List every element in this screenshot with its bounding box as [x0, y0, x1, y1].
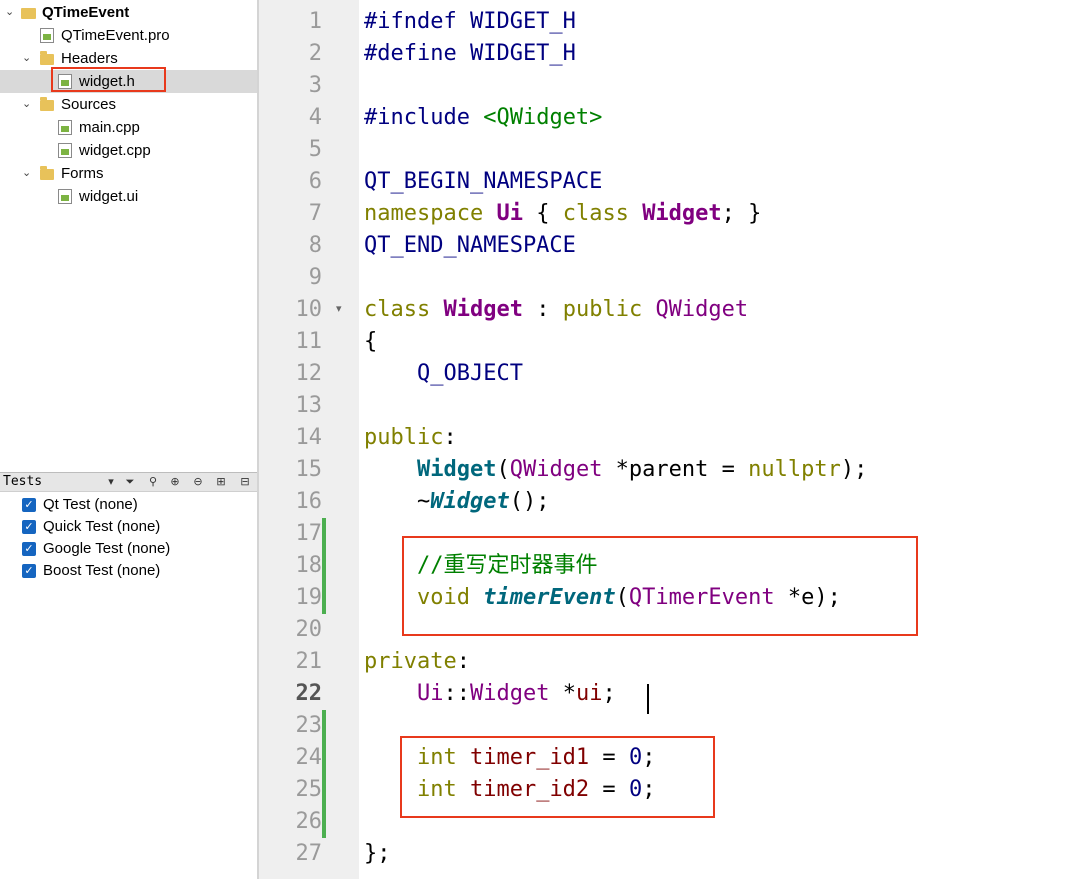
line-number: 23	[295, 713, 323, 738]
code-line-14: public:	[364, 425, 457, 450]
line-number: 4	[308, 105, 322, 130]
test-label: Boost Test (none)	[43, 562, 161, 579]
test-label: Google Test (none)	[43, 540, 171, 557]
checkbox-checked-icon[interactable]: ✓	[22, 564, 36, 578]
tests-toolbar: Tests ▾ ⏷ ⚲ ⊕ ⊖ ⊞ ⊟	[0, 472, 257, 492]
split-icon[interactable]: ⊞	[214, 475, 228, 489]
test-item[interactable]: ✓ Google Test (none)	[0, 538, 257, 560]
code-line-4: #include <QWidget>	[364, 105, 603, 130]
tree-item-project[interactable]: ⌄ QTimeEvent	[0, 1, 257, 24]
sources-label: Sources	[61, 96, 117, 113]
tree-item-widget-ui[interactable]: widget.ui	[0, 185, 257, 208]
project-name: QTimeEvent	[42, 4, 130, 21]
test-label: Qt Test (none)	[43, 496, 138, 513]
checkbox-checked-icon[interactable]: ✓	[22, 520, 36, 534]
line-number: 17	[295, 521, 323, 546]
line-number: 8	[308, 233, 322, 258]
test-item[interactable]: ✓ Qt Test (none)	[0, 494, 257, 516]
line-number: 2	[308, 41, 322, 66]
test-item[interactable]: ✓ Quick Test (none)	[0, 516, 257, 538]
folder-icon	[40, 97, 54, 111]
collapse-icon[interactable]: ⊖	[191, 475, 205, 489]
test-item[interactable]: ✓ Boost Test (none)	[0, 560, 257, 582]
line-number: 19	[295, 585, 323, 610]
code-line-2: #define WIDGET_H	[364, 41, 576, 66]
change-marker	[322, 518, 326, 614]
line-number: 1	[308, 9, 322, 34]
line-number: 18	[295, 553, 323, 578]
run-icon[interactable]: ⚲	[146, 475, 160, 489]
code-line-11: {	[364, 329, 378, 354]
code-line-16: ~Widget();	[364, 489, 550, 514]
line-number: 16	[295, 489, 323, 514]
folder-icon	[40, 51, 54, 65]
line-number: 24	[295, 745, 323, 770]
fold-arrow-icon[interactable]: ▾	[336, 302, 342, 315]
line-number: 9	[308, 265, 322, 290]
line-number: 25	[295, 777, 323, 802]
line-number: 5	[308, 137, 322, 162]
line-number: 15	[295, 457, 323, 482]
chevron-down-icon[interactable]: ⌄	[5, 7, 15, 18]
line-number: 21	[295, 649, 323, 674]
tree-item-main-cpp[interactable]: main.cpp	[0, 116, 257, 139]
form-file-icon	[58, 189, 72, 204]
close-panel-icon[interactable]: ⊟	[238, 475, 252, 489]
line-number: 14	[295, 425, 323, 450]
line-number: 7	[308, 201, 322, 226]
line-number: 20	[295, 617, 323, 642]
file-label: main.cpp	[79, 119, 140, 136]
pro-file-label: QTimeEvent.pro	[61, 27, 170, 44]
code-line-10: class Widget : public QWidget	[364, 297, 749, 322]
tree-item-sources[interactable]: ⌄ Sources	[0, 93, 257, 116]
code-line-6: QT_BEGIN_NAMESPACE	[364, 169, 603, 194]
source-file-icon	[58, 120, 72, 135]
line-number: 26	[295, 809, 323, 834]
line-number: 3	[308, 73, 322, 98]
text-cursor	[647, 684, 649, 714]
chevron-down-icon[interactable]: ⌄	[22, 168, 32, 179]
line-number: 13	[295, 393, 323, 418]
test-label: Quick Test (none)	[43, 518, 161, 535]
checkbox-checked-icon[interactable]: ✓	[22, 498, 36, 512]
tree-item-forms[interactable]: ⌄ Forms	[0, 162, 257, 185]
current-line-number: 22	[295, 681, 323, 706]
code-line-27: };	[364, 841, 391, 866]
code-line-12: Q_OBJECT	[364, 361, 523, 386]
code-line-21: private:	[364, 649, 470, 674]
code-line-8: QT_END_NAMESPACE	[364, 233, 576, 258]
filter-icon[interactable]: ⏷	[123, 475, 137, 489]
source-file-icon	[58, 143, 72, 158]
chevron-down-icon[interactable]: ⌄	[22, 53, 32, 64]
line-number: 27	[295, 841, 323, 866]
expand-icon[interactable]: ⊕	[168, 475, 182, 489]
line-number: 11	[295, 329, 323, 354]
tests-title: Tests	[3, 474, 43, 489]
dropdown-arrow-icon[interactable]: ▾	[104, 475, 118, 489]
line-number: 10	[295, 297, 323, 322]
code-line-7: namespace Ui { class Widget; }	[364, 201, 762, 226]
tree-item-pro-file[interactable]: QTimeEvent.pro	[0, 24, 257, 47]
code-line-15: Widget(QWidget *parent = nullptr);	[416, 457, 868, 482]
checkbox-checked-icon[interactable]: ✓	[22, 542, 36, 556]
chevron-down-icon[interactable]: ⌄	[22, 99, 32, 110]
annotation-box-widget-h	[51, 67, 166, 92]
tree-item-widget-cpp[interactable]: widget.cpp	[0, 139, 257, 162]
file-label: widget.ui	[79, 188, 139, 205]
line-number: 12	[295, 361, 323, 386]
folder-icon	[40, 166, 54, 180]
pro-file-icon	[40, 28, 54, 43]
annotation-box-timer-ids	[400, 736, 715, 818]
project-folder-icon	[21, 8, 36, 19]
line-number: 6	[308, 169, 322, 194]
change-marker	[322, 710, 326, 838]
code-line-22: Ui::Widget *ui;	[416, 681, 616, 706]
annotation-box-timer-event	[402, 536, 918, 636]
forms-label: Forms	[61, 165, 104, 182]
file-label: widget.cpp	[79, 142, 151, 159]
code-line-1: #ifndef WIDGET_H	[364, 9, 576, 34]
